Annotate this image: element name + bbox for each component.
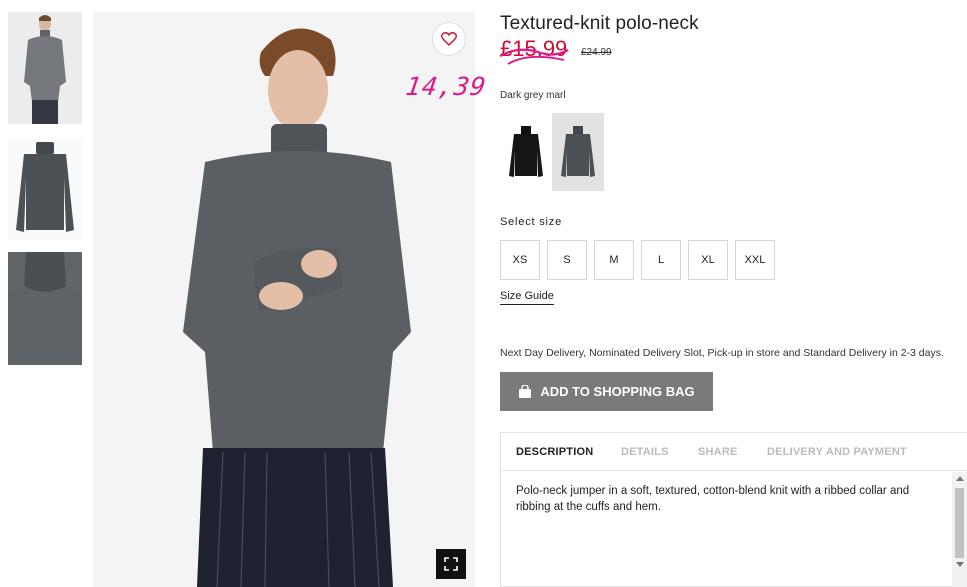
size-l-button[interactable]: L xyxy=(641,240,681,280)
sweater-flat-image xyxy=(8,138,82,240)
price-scribble-mark xyxy=(499,48,569,65)
scroll-down-arrow-icon[interactable] xyxy=(956,562,964,567)
size-xl-button[interactable]: XL xyxy=(688,240,728,280)
tab-share[interactable]: SHARE xyxy=(698,446,738,458)
size-guide-link[interactable]: Size Guide xyxy=(500,290,554,305)
color-swatch-dark-grey[interactable] xyxy=(552,113,604,191)
model-front-image xyxy=(8,12,82,124)
tab-delivery-and-payment[interactable]: DELIVERY AND PAYMENT xyxy=(767,446,907,458)
shopping-bag-icon xyxy=(519,385,532,398)
size-xxl-button[interactable]: XXL xyxy=(735,240,775,280)
tab-details[interactable]: DETAILS xyxy=(621,446,669,458)
black-sweater-image xyxy=(509,126,543,177)
product-info-panel: DESCRIPTION DETAILS SHARE DELIVERY AND P… xyxy=(500,432,967,587)
info-tabs: DESCRIPTION DETAILS SHARE DELIVERY AND P… xyxy=(501,433,967,471)
description-text: Polo-neck jumper in a soft, textured, co… xyxy=(516,485,910,513)
tab-description[interactable]: DESCRIPTION xyxy=(516,446,593,458)
thumbnail-collar-detail[interactable] xyxy=(8,252,82,365)
color-swatch-black[interactable] xyxy=(500,113,552,191)
size-select-label: Select size xyxy=(500,216,562,228)
add-to-bag-label: ADD TO SHOPPING BAG xyxy=(540,384,695,399)
add-to-bag-button[interactable]: ADD TO SHOPPING BAG xyxy=(500,372,713,411)
heart-icon xyxy=(441,32,457,46)
size-xs-button[interactable]: XS xyxy=(500,240,540,280)
favorite-button[interactable] xyxy=(432,22,466,56)
scroll-thumb[interactable] xyxy=(955,488,964,558)
size-m-button[interactable]: M xyxy=(594,240,634,280)
delivery-info: Next Day Delivery, Nominated Delivery Sl… xyxy=(500,347,944,359)
grey-sweater-image xyxy=(561,126,595,177)
expand-icon xyxy=(444,557,458,571)
description-scrollbar[interactable] xyxy=(952,472,967,587)
scroll-up-arrow-icon[interactable] xyxy=(956,476,964,481)
collar-detail-image xyxy=(8,252,82,365)
thumbnail-model-front[interactable] xyxy=(8,12,82,124)
fullscreen-button[interactable] xyxy=(436,549,466,579)
selected-color-name: Dark grey marl xyxy=(500,90,566,101)
product-title: Textured-knit polo-neck xyxy=(500,13,699,34)
handwritten-price-annotation: 14,39 xyxy=(403,72,489,101)
old-price: £24.99 xyxy=(581,47,612,58)
thumbnail-sweater-flat[interactable] xyxy=(8,138,82,240)
size-s-button[interactable]: S xyxy=(547,240,587,280)
